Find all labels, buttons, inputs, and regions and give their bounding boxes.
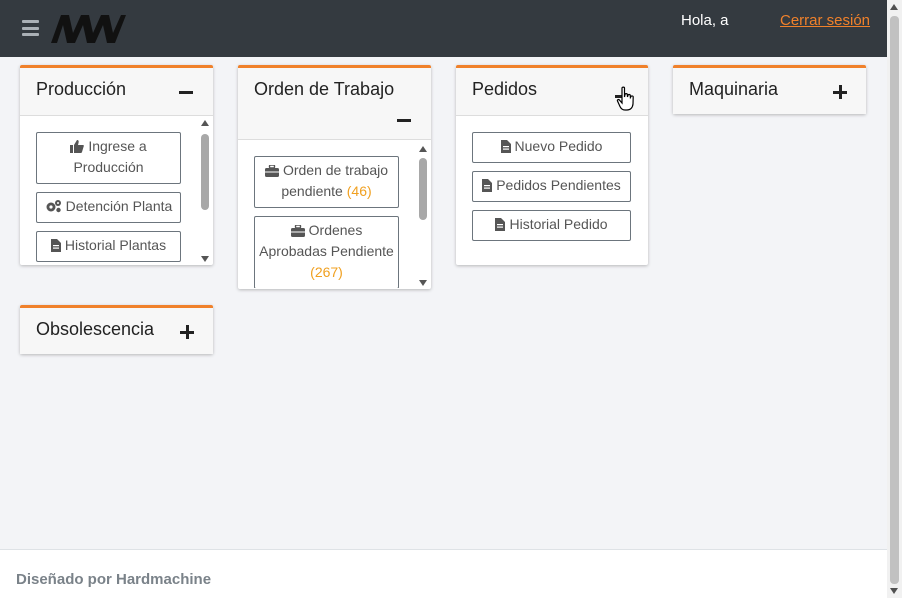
file-icon [500, 140, 511, 153]
logout-link[interactable]: Cerrar sesión [780, 12, 870, 29]
button-label: Ingrese a Producción [73, 138, 147, 175]
company-logo[interactable] [49, 11, 127, 45]
card-header: Producción [20, 68, 213, 116]
scroll-down-arrow-icon[interactable] [201, 256, 209, 262]
hand-pointer-cursor-icon [616, 86, 634, 111]
button-label: Nuevo Pedido [514, 138, 603, 154]
card-title: Orden de Trabajo [254, 79, 395, 99]
button-label: Detención Planta [65, 198, 173, 214]
card-title: Obsolescencia [36, 319, 155, 339]
scroll-up-arrow-icon[interactable] [890, 4, 898, 10]
thumbs-up-icon [70, 140, 85, 153]
collapse-minus-icon[interactable] [397, 113, 411, 127]
button-label: Orden de trabajo pendiente [281, 162, 389, 199]
card-title: Pedidos [472, 79, 538, 99]
button-label: Ordenes Aprobadas Pendiente [259, 222, 394, 259]
card-title: Maquinaria [689, 79, 779, 99]
collapse-minus-icon[interactable] [179, 85, 193, 99]
expand-plus-icon[interactable] [180, 325, 194, 339]
card-body: Ingrese a Producción Detención Planta Hi… [20, 116, 213, 264]
card-header: Orden de Trabajo [238, 68, 431, 140]
button-label: Historial Plantas [64, 237, 167, 253]
card-header: Maquinaria [673, 68, 866, 114]
scroll-up-arrow-icon[interactable] [419, 146, 427, 152]
briefcase-icon [264, 165, 279, 177]
orden-trabajo-pendiente-button[interactable]: Orden de trabajo pendiente (46) [254, 156, 399, 208]
historial-plantas-button[interactable]: Historial Plantas [36, 231, 181, 262]
ordenes-aprobadas-pendiente-button[interactable]: Ordenes Aprobadas Pendiente (267) [254, 216, 399, 288]
pending-count-badge: (267) [310, 264, 343, 280]
page-scrollbar[interactable] [887, 0, 902, 598]
button-label: Pedidos Pendientes [496, 177, 621, 193]
file-icon [50, 239, 61, 252]
cogs-icon [46, 200, 61, 213]
ingrese-produccion-button[interactable]: Ingrese a Producción [36, 132, 181, 184]
card-body: Nuevo Pedido Pedidos Pendientes Historia… [456, 116, 648, 264]
historial-pedido-button[interactable]: Historial Pedido [472, 210, 631, 241]
scroll-down-arrow-icon[interactable] [419, 280, 427, 286]
button-label: Historial Pedido [509, 216, 608, 232]
footer-credit: Diseñado por Hardmachine [16, 571, 212, 588]
top-navbar: Hola, a Cerrar sesión [0, 0, 887, 57]
briefcase-icon [290, 225, 305, 237]
scrollbar-thumb[interactable] [201, 134, 209, 210]
scrollbar-thumb[interactable] [890, 16, 899, 584]
card-produccion: Producción Ingrese a Producción Detenció… [20, 65, 213, 265]
hamburger-menu-icon[interactable] [22, 20, 39, 36]
card-scrollbar[interactable] [418, 146, 428, 286]
pedidos-pendientes-button[interactable]: Pedidos Pendientes [472, 171, 631, 202]
user-greeting: Hola, a [681, 12, 729, 29]
file-icon [495, 218, 506, 231]
pending-count-badge: (46) [346, 183, 372, 199]
card-scrollbar[interactable] [200, 120, 210, 262]
nuevo-pedido-button[interactable]: Nuevo Pedido [472, 132, 631, 163]
card-obsolescencia: Obsolescencia [20, 305, 213, 354]
scroll-down-arrow-icon[interactable] [890, 588, 898, 594]
card-orden-trabajo: Orden de Trabajo Orden de trabajo pendie… [238, 65, 431, 289]
card-title: Producción [36, 79, 127, 99]
file-icon [482, 179, 493, 192]
card-maquinaria: Maquinaria [673, 65, 866, 114]
detencion-planta-button[interactable]: Detención Planta [36, 192, 181, 223]
page-footer: Diseñado por Hardmachine [0, 549, 887, 598]
card-header: Obsolescencia [20, 308, 213, 354]
scrollbar-thumb[interactable] [419, 158, 427, 220]
card-body: Orden de trabajo pendiente (46) Ordenes … [238, 140, 431, 288]
expand-plus-icon[interactable] [833, 85, 847, 99]
scroll-up-arrow-icon[interactable] [201, 120, 209, 126]
